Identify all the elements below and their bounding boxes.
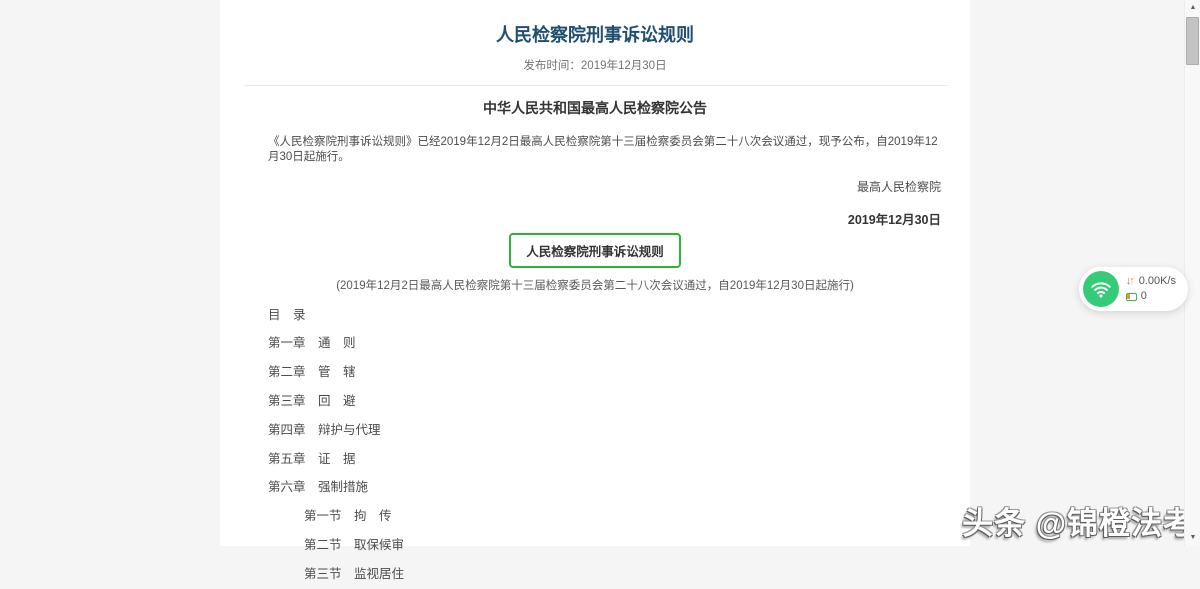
widget-count-value: 0	[1140, 290, 1147, 302]
toc-item: 目 录	[268, 307, 306, 322]
watermark-text: 头条 @锦橙法考	[962, 506, 1195, 541]
toc-item: 第二节 取保候审	[304, 538, 405, 553]
toc-item: 第四章 辩护与代理	[268, 422, 381, 437]
speed-row: ↓ ↑ 0.00K/s	[1126, 275, 1176, 288]
wifi-icon	[1082, 271, 1119, 307]
page-title: 人民检察院刑事诉讼规则	[496, 25, 694, 45]
network-stats: ↓ ↑ 0.00K/s 0	[1125, 275, 1176, 303]
publish-date: 发布时间：2019年12月30日	[523, 59, 667, 72]
highlighted-doc-title: 人民检察院刑事诉讼规则	[509, 232, 681, 268]
watermark: 头条 @锦橙法考	[962, 498, 1195, 543]
adoption-note: (2019年12月2日最高人民检察院第十三届检察委员会第二十八次会议通过，自20…	[336, 279, 854, 292]
table-of-contents: 目 录第一章 通 则第二章 管 辖第三章 回 避第四章 辩护与代理 第五章 证 据…	[220, 301, 970, 589]
toc-item: 第三章 回 避	[268, 394, 356, 409]
toc-item: 第一节 拘 传	[304, 509, 392, 524]
scroll-down-arrow[interactable]: ▼	[1185, 530, 1200, 546]
divider	[245, 84, 948, 86]
signature-org: 最高人民检察院	[856, 179, 941, 194]
count-row: 0	[1125, 290, 1176, 303]
network-monitor-widget[interactable]: ↓ ↑ 0.00K/s 0	[1078, 267, 1188, 311]
toc-item: 第三节 监视居住	[304, 566, 405, 581]
signature-date: 2019年12月30日	[847, 212, 941, 227]
scroll-up-arrow[interactable]: ▲	[1185, 0, 1200, 16]
toc-item: 第一章 通 则	[268, 336, 356, 351]
toc-item: 第六章 强制措施	[268, 480, 369, 495]
toc-item: 第二章 管 辖	[268, 365, 356, 380]
scrollbar[interactable]: ▲ ▼	[1184, 0, 1200, 546]
boxed-title-row: 人民检察院刑事诉讼规则	[220, 232, 970, 268]
announcement-heading: 中华人民共和国最高人民检察院公告	[483, 99, 707, 116]
network-speed-value: 0.00K/s	[1138, 274, 1176, 287]
document-panel: 人民检察院刑事诉讼规则 发布时间：2019年12月30日 中华人民共和国最高人民…	[220, 0, 970, 581]
battery-icon	[1125, 292, 1137, 301]
toc-item: 第五章 证 据	[268, 451, 356, 466]
page: 人民检察院刑事诉讼规则 发布时间：2019年12月30日 中华人民共和国最高人民…	[0, 0, 1200, 581]
scrollbar-thumb[interactable]	[1186, 17, 1199, 65]
updown-arrows-icon: ↓ ↑	[1125, 274, 1135, 287]
announcement-paragraph: 《人民检察院刑事诉讼规则》已经2019年12月2日最高人民检察院第十三届检察委员…	[268, 135, 938, 163]
